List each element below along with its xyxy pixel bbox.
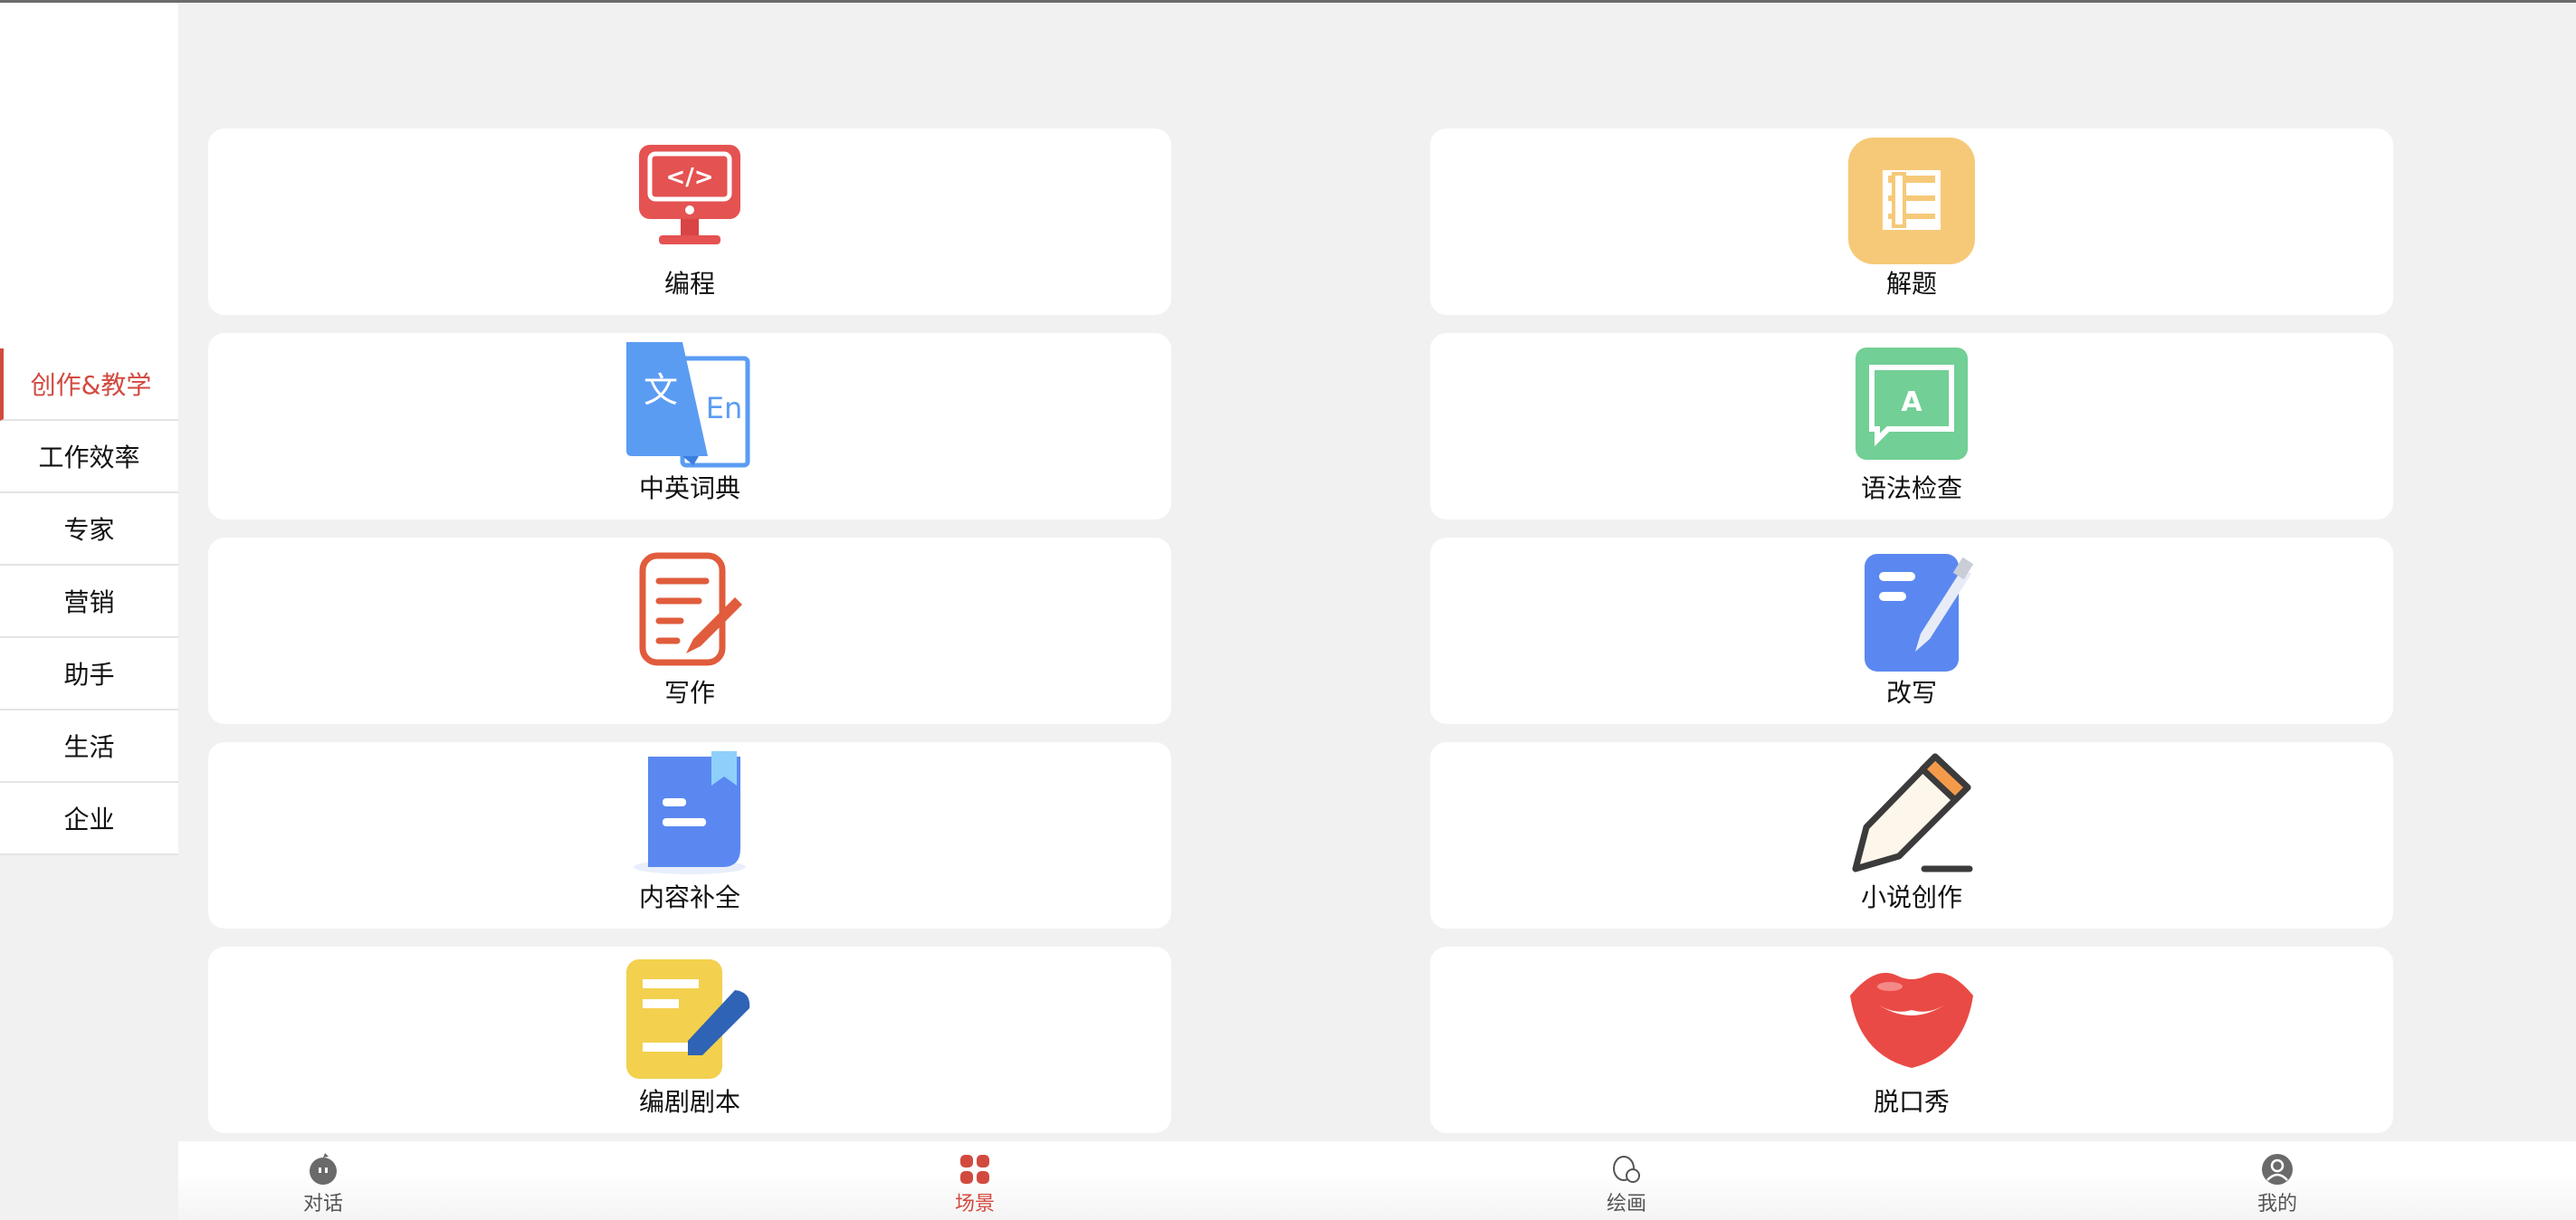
rewrite-icon	[1865, 554, 1974, 672]
scene-card-screenplay[interactable]: 编剧剧本	[208, 947, 1171, 1133]
document-bookmark-icon	[634, 751, 746, 874]
card-label: 改写	[1885, 678, 1937, 708]
nav-label: 对话	[302, 1193, 343, 1215]
scene-card-dictionary[interactable]: 文 En 中英词典	[208, 333, 1171, 519]
scene-card-writing[interactable]: 写作	[208, 538, 1171, 724]
nav-painting[interactable]: 绘画	[1572, 1141, 1681, 1220]
nav-label: 场景	[954, 1193, 995, 1215]
card-label: 写作	[663, 678, 715, 708]
scene-card-programming[interactable]: </> 编程	[208, 129, 1171, 315]
scene-card-grammar-check[interactable]: A 语法检查	[1430, 333, 2393, 519]
script-icon	[626, 959, 750, 1079]
sidebar-item-label: 营销	[63, 587, 115, 617]
nav-chat[interactable]: 对话	[269, 1141, 377, 1220]
card-label: 中英词典	[638, 473, 740, 503]
sidebar-item-label: 创作&教学	[30, 370, 152, 400]
sidebar-item-enterprise[interactable]: 企业	[0, 783, 178, 855]
scene-card-novel-writing[interactable]: 小说创作	[1430, 742, 2393, 929]
nav-label: 我的	[2256, 1193, 2297, 1215]
painting-icon	[1613, 1156, 1640, 1183]
svg-text:</>: </>	[665, 164, 713, 191]
grammar-board-icon: A	[1856, 348, 1968, 460]
sidebar-item-marketing[interactable]: 营销	[0, 566, 178, 638]
sidebar-item-life[interactable]: 生活	[0, 710, 178, 783]
nav-profile[interactable]: 我的	[2223, 1141, 2332, 1220]
card-label: 解题	[1885, 269, 1937, 299]
svg-text:En: En	[706, 391, 743, 425]
card-label: 脱口秀	[1873, 1087, 1950, 1117]
svg-text:文: 文	[644, 370, 678, 410]
translate-icon: 文 En	[626, 342, 750, 468]
sidebar-item-label: 企业	[63, 805, 115, 834]
writing-icon	[639, 552, 742, 666]
sidebar-item-label: 生活	[63, 732, 115, 762]
card-label: 编程	[663, 269, 715, 299]
card-label: 内容补全	[638, 882, 740, 912]
scene-card-rewrite[interactable]: 改写	[1430, 538, 2393, 724]
lips-icon	[1850, 972, 1973, 1068]
sidebar-item-creation-teaching[interactable]: 创作&教学	[0, 348, 178, 421]
card-label: 语法检查	[1860, 473, 1962, 503]
scene-card-talk-show[interactable]: 脱口秀	[1430, 947, 2393, 1133]
scene-card-content-completion[interactable]: 内容补全	[208, 742, 1171, 929]
card-label: 小说创作	[1860, 882, 1962, 912]
bottom-navigation: 对话 场景 绘画 我的	[178, 1141, 2576, 1220]
grid-icon	[960, 1155, 989, 1184]
chat-bot-icon	[310, 1153, 337, 1185]
svg-text:A: A	[1901, 386, 1922, 418]
sidebar-item-label: 工作效率	[38, 443, 140, 472]
category-sidebar: 创作&教学 工作效率 专家 营销 助手 生活 企业	[0, 348, 178, 855]
sidebar-item-productivity[interactable]: 工作效率	[0, 421, 178, 493]
card-label: 编剧剧本	[638, 1087, 740, 1117]
monitor-code-icon: </>	[639, 145, 740, 244]
sidebar-item-assistant[interactable]: 助手	[0, 638, 178, 710]
pencil-icon	[1852, 753, 1973, 872]
user-icon	[2262, 1154, 2293, 1185]
nav-scenes[interactable]: 场景	[921, 1141, 1029, 1220]
nav-label: 绘画	[1606, 1193, 1646, 1215]
sidebar-item-label: 专家	[63, 515, 115, 545]
sidebar-header-space	[0, 3, 178, 348]
scene-card-problem-solving[interactable]: 解题	[1430, 129, 2393, 315]
book-icon	[1848, 138, 1975, 264]
sidebar-item-expert[interactable]: 专家	[0, 493, 178, 566]
window-top-border	[0, 0, 2576, 3]
sidebar-item-label: 助手	[63, 660, 115, 690]
